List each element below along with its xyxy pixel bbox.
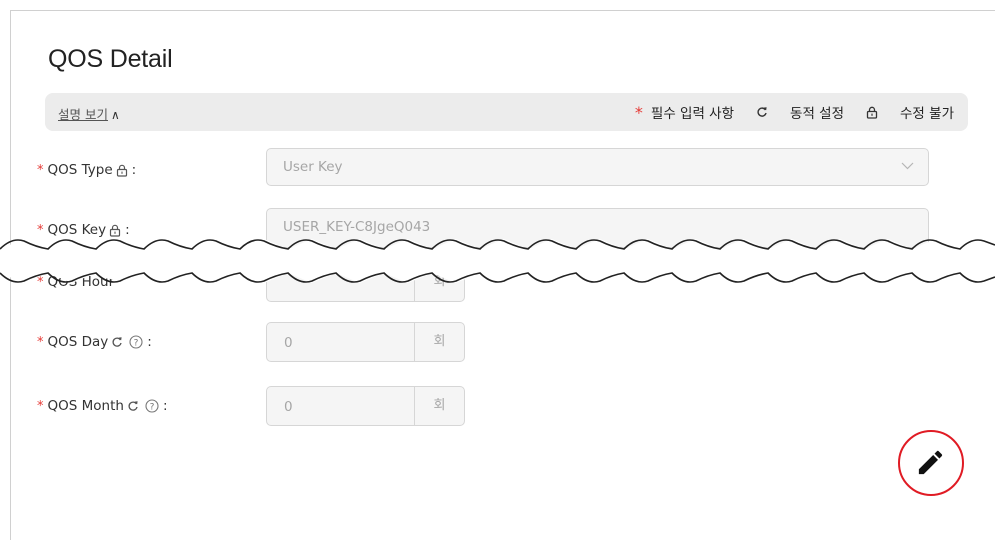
qos-key-value: USER_KEY-C8JgeQ043 bbox=[283, 219, 431, 235]
chevron-down-icon bbox=[901, 162, 914, 170]
qos-type-select[interactable]: User Key bbox=[266, 148, 929, 186]
qos-type-label: QOS Type bbox=[47, 162, 113, 178]
svg-text:?: ? bbox=[150, 402, 155, 412]
help-toggle-label: 설명 보기 bbox=[58, 107, 108, 122]
lock-icon bbox=[866, 106, 878, 119]
qos-day-row: * QOS Day ? : 0 회 bbox=[0, 322, 995, 364]
legend: * 필수 입력 사항 동적 설정 수정 불가 bbox=[634, 102, 954, 123]
edit-button[interactable] bbox=[898, 430, 964, 496]
lock-icon bbox=[109, 224, 121, 237]
required-marker: * bbox=[634, 102, 643, 122]
question-circle-icon[interactable]: ? bbox=[129, 335, 143, 349]
qos-day-input[interactable]: 0 회 bbox=[266, 322, 465, 362]
qos-type-value: User Key bbox=[283, 159, 343, 175]
info-bar: 설명 보기 ∧ * 필수 입력 사항 동적 설정 수정 불가 bbox=[45, 93, 968, 131]
refresh-icon bbox=[127, 400, 139, 412]
lock-icon bbox=[116, 164, 128, 177]
qos-day-label-group: * QOS Day ? : bbox=[37, 334, 152, 350]
qos-month-value: 0 bbox=[284, 399, 293, 415]
legend-dynamic-label: 동적 설정 bbox=[790, 106, 845, 122]
torn-edge bbox=[0, 239, 995, 283]
required-star: * bbox=[37, 398, 44, 414]
qos-key-label: QOS Key bbox=[47, 222, 107, 238]
required-star: * bbox=[37, 334, 44, 350]
refresh-icon bbox=[757, 107, 767, 117]
qos-day-label: QOS Day bbox=[47, 334, 109, 350]
qos-key-label-group: * QOS Key : bbox=[37, 222, 130, 238]
qos-month-input[interactable]: 0 회 bbox=[266, 386, 465, 426]
pencil-icon bbox=[918, 450, 943, 475]
qos-day-value: 0 bbox=[284, 335, 293, 351]
qos-month-label: QOS Month bbox=[47, 398, 124, 414]
legend-locked-label: 수정 불가 bbox=[900, 106, 954, 122]
qos-month-unit: 회 bbox=[414, 387, 464, 425]
svg-text:?: ? bbox=[134, 338, 139, 348]
question-circle-icon[interactable]: ? bbox=[145, 399, 159, 413]
refresh-icon bbox=[111, 336, 123, 348]
qos-day-unit: 회 bbox=[414, 323, 464, 361]
qos-type-row: * QOS Type : User Key bbox=[0, 148, 995, 192]
required-star: * bbox=[37, 162, 44, 178]
required-star: * bbox=[37, 222, 44, 238]
help-toggle[interactable]: 설명 보기 ∧ bbox=[58, 104, 120, 123]
page-title: QOS Detail bbox=[48, 45, 173, 73]
qos-type-label-group: * QOS Type : bbox=[37, 162, 137, 178]
qos-month-label-group: * QOS Month ? : bbox=[37, 398, 168, 414]
qos-month-row: * QOS Month ? : 0 회 bbox=[0, 386, 995, 428]
legend-required-label: 필수 입력 사항 bbox=[650, 106, 735, 122]
chevron-up-icon: ∧ bbox=[110, 108, 120, 122]
